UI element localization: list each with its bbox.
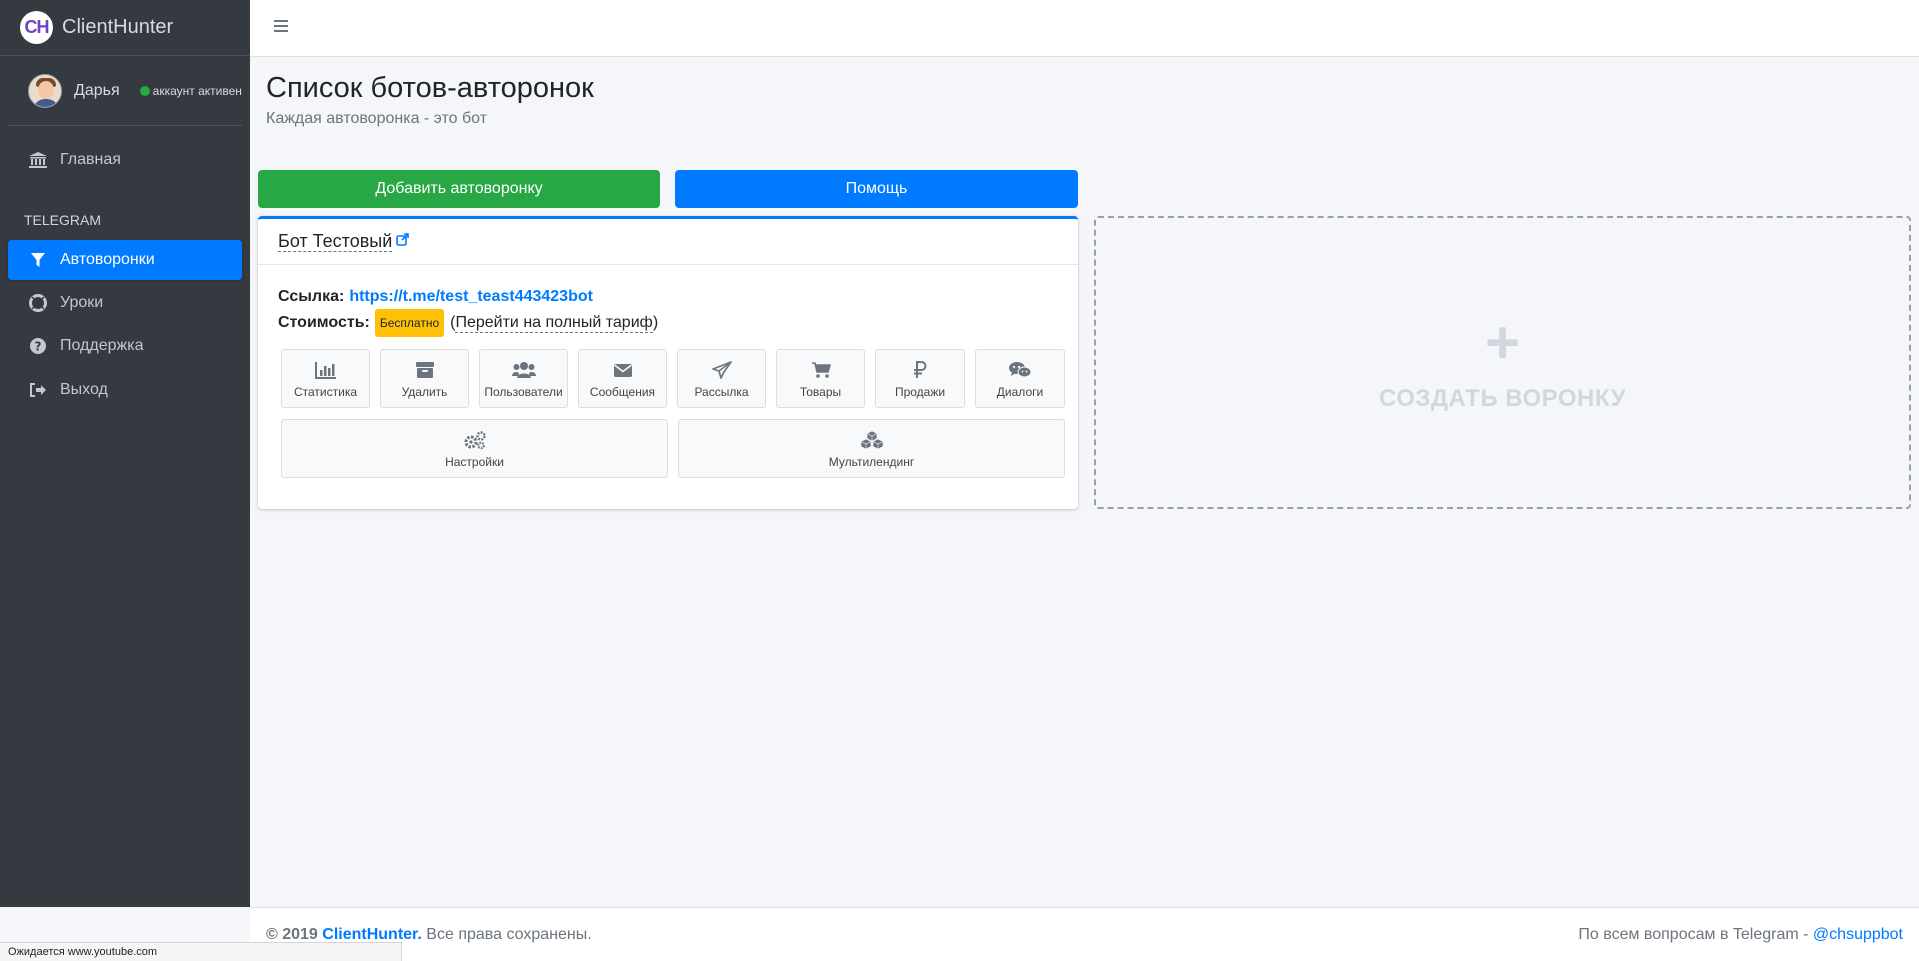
sidebar-item-label: Уроки <box>60 294 104 311</box>
footer: © 2019 ClientHunter. Все права сохранены… <box>250 907 1919 961</box>
tile-label: Статистика <box>293 384 358 399</box>
hamburger-menu-icon[interactable] <box>274 20 288 34</box>
create-funnel-box[interactable]: + СОЗДАТЬ ВОРОНКУ <box>1094 216 1911 509</box>
chat-icon <box>1008 359 1032 381</box>
question-circle-icon: ? <box>28 337 48 355</box>
envelope-icon <box>613 359 633 381</box>
broadcast-tile[interactable]: Рассылка <box>677 349 766 408</box>
sidebar-item-label: Выход <box>60 381 108 398</box>
users-tile[interactable]: Пользователи <box>479 349 568 408</box>
bank-icon <box>28 151 48 169</box>
telegram-support-link[interactable]: @chsuppbot <box>1813 926 1903 943</box>
bot-cost-label: Стоимость: <box>278 314 370 331</box>
sidebar-item-label: Автоворонки <box>60 251 155 268</box>
filter-icon <box>28 252 48 268</box>
tile-label: Продажи <box>894 384 946 399</box>
dialogs-tile[interactable]: Диалоги <box>975 349 1065 408</box>
page-title: Список ботов-авторонок <box>266 72 594 104</box>
full-tariff-link[interactable]: Перейти на полный тариф <box>455 314 653 333</box>
svg-text:?: ? <box>35 340 42 354</box>
sign-out-icon <box>28 382 48 398</box>
bot-name-link[interactable]: Бот Тестовый <box>278 231 393 252</box>
footer-rights: Все права сохранены. <box>426 925 592 943</box>
delete-tile[interactable]: Удалить <box>380 349 469 408</box>
settings-tile[interactable]: Настройки <box>281 419 668 478</box>
tile-label: Удалить <box>401 384 448 399</box>
sidebar: CH ClientHunter Дарья аккаунт активен Гл… <box>0 0 250 907</box>
nav-section-header: TELEGRAM <box>24 212 102 228</box>
user-name[interactable]: Дарья <box>74 82 120 100</box>
sidebar-item-label: Главная <box>60 151 121 168</box>
user-status-label: аккаунт активен <box>152 83 242 98</box>
footer-brand-link[interactable]: ClientHunter. <box>322 926 422 943</box>
tile-label: Мультилендинг <box>828 454 915 469</box>
status-dot-icon <box>139 85 150 96</box>
archive-icon <box>415 359 435 381</box>
bot-telegram-link[interactable]: https://t.me/test_teast443423bot <box>349 285 593 309</box>
top-navbar <box>250 0 1919 57</box>
browser-status-bar: Ожидается www.youtube.com <box>0 942 402 961</box>
add-funnel-button[interactable]: Добавить автоворонку <box>258 170 660 208</box>
brand-logo: CH <box>20 11 53 44</box>
cubes-icon <box>859 429 885 451</box>
sidebar-item-lessons[interactable]: Уроки <box>8 283 242 323</box>
brand-link[interactable]: CH ClientHunter <box>0 0 250 56</box>
footer-copyright: © 2019 ClientHunter. Все права сохранены… <box>266 926 592 944</box>
sales-tile[interactable]: Продажи <box>875 349 965 408</box>
cost-badge: Бесплатно <box>374 309 445 337</box>
lifebuoy-icon <box>28 294 48 312</box>
multilanding-tile[interactable]: Мультилендинг <box>678 419 1065 478</box>
paper-plane-icon <box>711 359 732 381</box>
footer-contact-text: По всем вопросам в Telegram - <box>1578 925 1809 943</box>
users-icon <box>511 359 536 381</box>
plus-icon: + <box>1484 308 1521 376</box>
page-subtitle: Каждая автоворонка - это бот <box>266 110 488 127</box>
ruble-icon <box>913 359 927 381</box>
gears-icon <box>463 429 487 451</box>
tile-label: Сообщения <box>589 384 656 399</box>
external-link-icon[interactable] <box>396 232 410 251</box>
tile-label: Товары <box>799 384 842 399</box>
products-tile[interactable]: Товары <box>776 349 865 408</box>
tile-label: Диалоги <box>996 384 1044 399</box>
tile-label: Настройки <box>445 454 504 469</box>
create-funnel-label: СОЗДАТЬ ВОРОНКУ <box>1378 384 1627 412</box>
brand-name: ClientHunter <box>62 16 174 38</box>
sidebar-item-support[interactable]: ? Поддержка <box>8 326 242 366</box>
user-status: аккаунт активен <box>139 83 242 98</box>
copyright-year: © 2019 <box>266 925 318 943</box>
bar-chart-icon <box>314 359 337 381</box>
stats-tile[interactable]: Статистика <box>281 349 370 408</box>
sidebar-item-logout[interactable]: Выход <box>8 370 242 410</box>
sidebar-item-funnels[interactable]: Автоворонки <box>8 240 242 280</box>
sidebar-item-home[interactable]: Главная <box>8 140 242 180</box>
bot-card-header: Бот Тестовый <box>258 219 1078 265</box>
cart-icon <box>811 359 831 381</box>
avatar[interactable] <box>28 73 62 108</box>
bot-card-body: Ссылка: https://t.me/test_teast443423bot… <box>258 265 1078 357</box>
tile-label: Пользователи <box>484 384 563 399</box>
bot-cost-row: Стоимость: Бесплатно ( Перейти на полный… <box>278 309 1058 337</box>
sidebar-item-label: Поддержка <box>60 337 144 354</box>
tile-label: Рассылка <box>694 384 749 399</box>
messages-tile[interactable]: Сообщения <box>578 349 667 408</box>
tariff-paren-close: ) <box>652 314 659 331</box>
footer-contact: По всем вопросам в Telegram - @chsuppbot <box>1578 926 1903 944</box>
user-panel: Дарья аккаунт активен <box>8 56 242 126</box>
help-button[interactable]: Помощь <box>675 170 1078 208</box>
bot-link-row: Ссылка: https://t.me/test_teast443423bot <box>278 285 1058 309</box>
bot-link-label: Ссылка: <box>278 288 345 305</box>
